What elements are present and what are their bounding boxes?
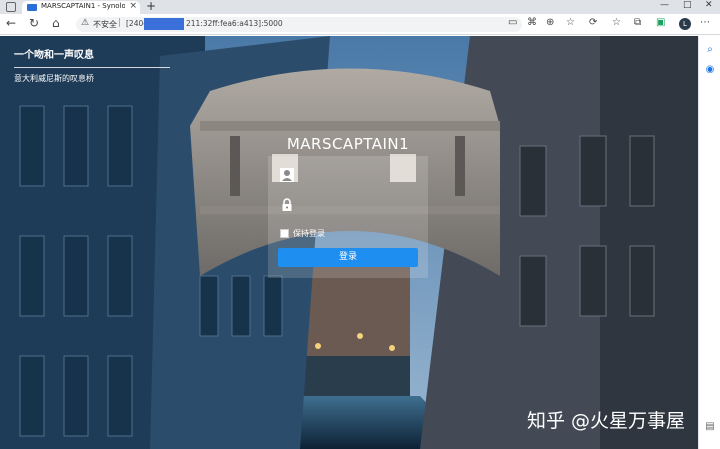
- user-icon: [280, 168, 294, 182]
- caption-subtitle: 意大利威尼斯的叹息桥: [14, 74, 94, 83]
- profile-avatar[interactable]: L: [679, 18, 691, 30]
- login-panel: 保持登录 登录: [268, 156, 428, 278]
- tab-actions-icon[interactable]: [6, 2, 16, 12]
- new-tab-button[interactable]: +: [146, 0, 156, 13]
- favorite-star-icon[interactable]: ☆: [566, 17, 575, 28]
- read-aloud-icon[interactable]: ▭: [508, 17, 517, 28]
- extensions-icon[interactable]: ⌘: [527, 17, 537, 28]
- collections-icon[interactable]: ⧉: [634, 17, 641, 28]
- warning-icon: ⚠: [81, 18, 90, 28]
- search-icon[interactable]: ⌕: [704, 44, 716, 56]
- discover-icon[interactable]: ◉: [704, 64, 716, 76]
- server-name: MARSCAPTAIN1: [286, 135, 410, 153]
- maximize-button[interactable]: □: [683, 0, 692, 10]
- password-field[interactable]: [276, 194, 420, 218]
- remember-label: 保持登录: [293, 229, 325, 238]
- lock-icon: [282, 198, 292, 211]
- back-arrow-icon[interactable]: ←: [6, 16, 16, 30]
- tab-title: MARSCAPTAIN1 - Synology Dis: [41, 2, 125, 10]
- address-bar[interactable]: ⚠ 不安全 | [240e 211:32ff:fea6:a413]:5000: [76, 17, 522, 32]
- favorites-icon[interactable]: ☆: [612, 17, 621, 28]
- zoom-icon[interactable]: ⊕: [546, 17, 554, 28]
- password-input[interactable]: [300, 197, 416, 215]
- synology-favicon-icon: [27, 4, 37, 11]
- home-icon[interactable]: ⌂: [52, 16, 60, 30]
- page-viewport: 一个吻和一声叹息 意大利威尼斯的叹息桥 MARSCAPTAIN1 保持登录 登录…: [0, 36, 698, 449]
- username-field[interactable]: [276, 164, 420, 188]
- address-separator: |: [118, 18, 122, 28]
- login-button[interactable]: 登录: [278, 248, 418, 267]
- background-caption: 一个吻和一声叹息 意大利威尼斯的叹息桥: [14, 46, 170, 84]
- browser-sidebar: ⌕ ◉ ▤: [698, 36, 720, 449]
- browser-tab[interactable]: MARSCAPTAIN1 - Synology Dis ×: [22, 1, 140, 14]
- extension-green-icon[interactable]: ▣: [656, 17, 665, 28]
- refresh-sync-icon[interactable]: ⟳: [589, 17, 597, 28]
- sidebar-settings-icon[interactable]: ▤: [704, 421, 716, 433]
- security-label: 不安全: [93, 20, 117, 29]
- username-input[interactable]: [300, 167, 416, 185]
- url-redaction: [144, 18, 184, 30]
- url-suffix: 211:32ff:fea6:a413]:5000: [186, 19, 283, 28]
- browser-toolbar: ← ↻ ⌂ ⚠ 不安全 | [240e 211:32ff:fea6:a413]:…: [0, 14, 720, 35]
- remember-checkbox[interactable]: [280, 229, 289, 238]
- caption-title: 一个吻和一声叹息: [14, 50, 94, 61]
- zhihu-watermark: 知乎 @火星万事屋: [527, 410, 686, 432]
- reload-icon[interactable]: ↻: [29, 16, 39, 30]
- caption-divider: [14, 67, 170, 68]
- more-menu-icon[interactable]: ⋯: [700, 17, 710, 28]
- close-window-button[interactable]: ✕: [705, 0, 713, 10]
- tab-close-icon[interactable]: ×: [129, 1, 137, 11]
- minimize-button[interactable]: —: [660, 0, 669, 10]
- tab-strip: MARSCAPTAIN1 - Synology Dis × + — □ ✕: [0, 0, 720, 14]
